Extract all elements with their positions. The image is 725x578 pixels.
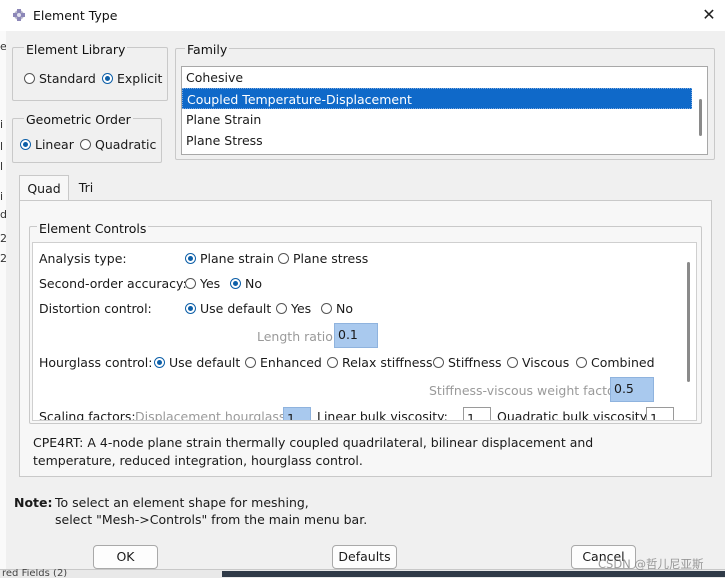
radio-hourglass-enhanced-label: Enhanced [260,355,322,370]
radio-second-order-yes[interactable]: Yes [185,276,220,291]
element-controls-title: Element Controls [37,221,149,236]
radio-quadratic[interactable]: Quadratic [80,137,156,152]
window-title: Element Type [33,8,118,23]
radio-standard[interactable]: Standard [24,71,96,86]
analysis-type-label: Analysis type: [39,251,127,266]
radio-plane-strain-label: Plane strain [200,251,274,266]
radio-plane-strain-indicator[interactable] [185,253,196,264]
radio-second-order-yes-label: Yes [200,276,221,291]
radio-explicit-label: Explicit [117,71,163,86]
family-title: Family [185,42,230,57]
radio-hourglass-viscous[interactable]: Viscous [507,355,569,370]
distortion-control-label: Distortion control: [39,301,152,316]
radio-hourglass-enhanced[interactable]: Enhanced [245,355,322,370]
radio-distortion-no-indicator[interactable] [321,303,332,314]
quadratic-bulk-viscosity-label: Quadratic bulk viscosity: [497,409,651,421]
bg-fragment: i [0,118,4,131]
bg-fragment: i [0,190,4,203]
tab-tri[interactable]: Tri [70,175,102,201]
radio-second-order-no-label: No [245,276,262,291]
app-icon [13,9,25,21]
radio-linear-indicator[interactable] [20,139,31,150]
displacement-hourglass-label: Displacement hourglass: [135,409,290,421]
family-listbox[interactable]: Cohesive Coupled Temperature-Displacemen… [181,66,708,155]
radio-plane-stress-indicator[interactable] [278,253,289,264]
radio-explicit[interactable]: Explicit [102,71,162,86]
element-description: CPE4RT: A 4-node plane strain thermally … [33,435,594,468]
linear-bulk-viscosity-input[interactable]: 1 [463,407,491,420]
radio-second-order-yes-indicator[interactable] [185,278,196,289]
radio-hourglass-stiffness[interactable]: Stiffness [433,355,502,370]
radio-hourglass-stiffness-indicator[interactable] [433,357,444,368]
radio-quadratic-indicator[interactable] [80,139,91,150]
title-bar: Element Type ✕ [0,0,725,31]
radio-plane-strain[interactable]: Plane strain [185,251,274,266]
element-controls-scroll-area[interactable]: Analysis type: Plane strain Plane stress… [32,242,697,421]
radio-distortion-no-label: No [336,301,353,316]
radio-hourglass-relax-stiffness[interactable]: Relax stiffness [327,355,432,370]
radio-distortion-default-label: Use default [200,301,272,316]
element-library-title: Element Library [24,42,128,57]
radio-explicit-indicator[interactable] [102,73,113,84]
radio-hourglass-combined-label: Combined [591,355,655,370]
radio-hourglass-default-label: Use default [169,355,241,370]
ok-button[interactable]: OK [93,545,158,569]
stiffness-viscous-input[interactable]: 0.5 [610,377,654,402]
bg-fragment: l [0,160,4,173]
radio-hourglass-viscous-label: Viscous [522,355,570,370]
radio-hourglass-combined-indicator[interactable] [576,357,587,368]
bg-fragment: l [0,140,4,153]
radio-distortion-yes-indicator[interactable] [276,303,287,314]
scaling-factors-label: Scaling factors: [39,409,136,421]
close-icon[interactable]: ✕ [698,4,720,26]
radio-second-order-no[interactable]: No [230,276,262,291]
quadratic-bulk-viscosity-input[interactable]: 1 [646,407,674,420]
radio-hourglass-relax-stiffness-indicator[interactable] [327,357,338,368]
second-order-label: Second-order accuracy: [39,276,187,291]
radio-distortion-default[interactable]: Use default [185,301,271,316]
family-item-plane-stress[interactable]: Plane Stress [182,130,707,151]
length-ratio-label: Length ratio: [257,329,338,344]
radio-linear[interactable]: Linear [20,137,74,152]
element-controls-scrollbar[interactable] [687,262,690,382]
radio-linear-label: Linear [35,137,74,152]
watermark-text: CSDN @哲儿尼亚斯 [598,557,704,571]
linear-bulk-viscosity-label: Linear bulk viscosity: [317,409,448,421]
radio-plane-stress-label: Plane stress [293,251,369,266]
radio-hourglass-default-indicator[interactable] [154,357,165,368]
tab-quad[interactable]: Quad [19,175,69,201]
family-item-coupled-temperature-displacement[interactable]: Coupled Temperature-Displacement [182,88,692,109]
geometric-order-title: Geometric Order [24,112,133,127]
radio-quadratic-label: Quadratic [95,137,157,152]
radio-hourglass-viscous-indicator[interactable] [507,357,518,368]
radio-second-order-no-indicator[interactable] [230,278,241,289]
displacement-hourglass-input[interactable]: 1 [283,407,311,420]
radio-hourglass-relax-stiffness-label: Relax stiffness [342,355,433,370]
defaults-button[interactable]: Defaults [332,545,397,569]
family-item-cohesive[interactable]: Cohesive [182,67,707,88]
radio-hourglass-enhanced-indicator[interactable] [245,357,256,368]
radio-hourglass-default[interactable]: Use default [154,355,240,370]
note-line-2: select "Mesh->Controls" from the main me… [55,512,368,527]
radio-distortion-yes[interactable]: Yes [276,301,311,316]
radio-plane-stress[interactable]: Plane stress [278,251,368,266]
family-item-plane-strain[interactable]: Plane Strain [182,109,707,130]
length-ratio-input[interactable]: 0.1 [334,323,378,348]
radio-standard-label: Standard [39,71,96,86]
bg-bottom-text: red Fields (2) [2,568,68,577]
radio-standard-indicator[interactable] [24,73,35,84]
radio-distortion-default-indicator[interactable] [185,303,196,314]
radio-distortion-no[interactable]: No [321,301,353,316]
note-line-1: To select an element shape for meshing, [55,495,309,510]
radio-hourglass-combined[interactable]: Combined [576,355,655,370]
stiffness-viscous-label: Stiffness-viscous weight factor: [429,383,624,398]
radio-distortion-yes-label: Yes [291,301,312,316]
family-scrollbar[interactable] [699,99,702,136]
radio-hourglass-stiffness-label: Stiffness [448,355,502,370]
note-label: Note: [14,495,53,510]
hourglass-control-label: Hourglass control: [39,355,153,370]
